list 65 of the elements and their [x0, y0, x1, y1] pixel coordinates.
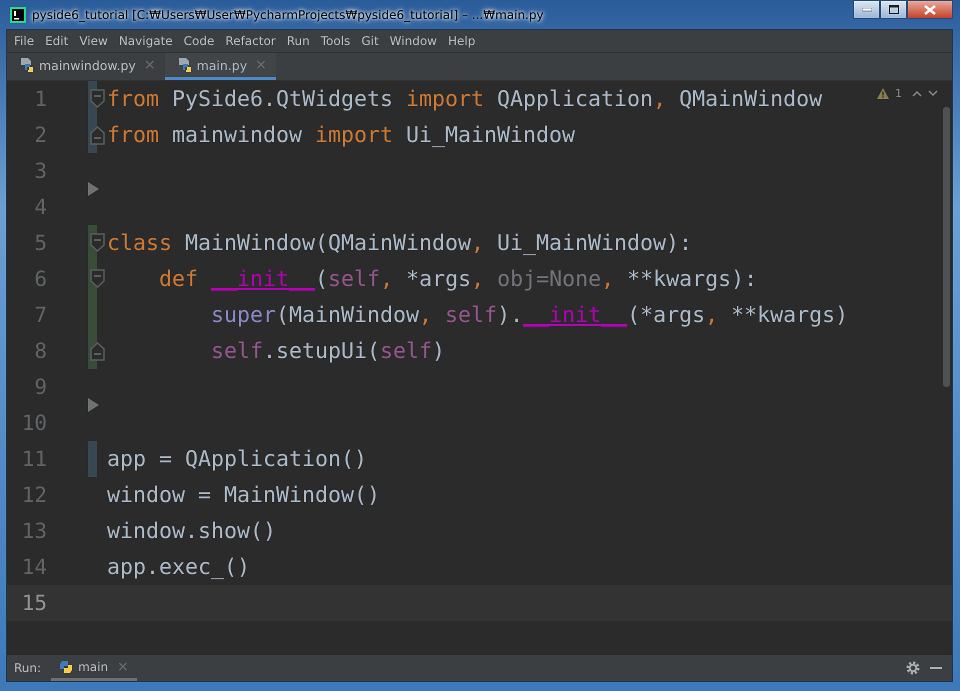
python-file-icon [176, 57, 193, 73]
menu-item[interactable]: Run [286, 34, 310, 48]
fold-icon[interactable] [90, 89, 105, 109]
line-number: 9 [33, 375, 47, 399]
line-number: 1 [33, 87, 47, 111]
line-number: 13 [20, 519, 47, 543]
gutter-arrow-icon[interactable] [88, 182, 99, 196]
chevron-down-icon[interactable] [928, 90, 938, 97]
code-line: app.exec_() [107, 554, 250, 580]
code-line: from PySide6.QtWidgets import QApplication, QMainWindow [107, 86, 822, 112]
run-label: Run: [14, 661, 42, 675]
warning-icon[interactable] [877, 88, 889, 99]
code-line: from mainwindow import Ui_MainWindow [107, 122, 576, 148]
chevron-up-icon[interactable] [912, 90, 922, 97]
python-icon [59, 660, 74, 674]
line-number: 7 [33, 303, 47, 327]
line-number: 15 [20, 591, 47, 615]
menu-item[interactable]: Refactor [225, 34, 276, 48]
code-line: self.setupUi(self) [210, 338, 446, 364]
menu-item[interactable]: Git [361, 34, 379, 48]
line-number: 5 [33, 231, 47, 255]
menu-item[interactable]: Tools [320, 34, 350, 48]
settings-icon[interactable] [906, 661, 920, 675]
menu-item[interactable]: View [79, 34, 108, 48]
maximize-button[interactable] [880, 0, 907, 19]
minimize-button[interactable] [853, 0, 880, 19]
close-icon [924, 4, 936, 14]
warning-count: 1 [895, 87, 902, 100]
menu-item[interactable]: Edit [45, 34, 68, 48]
line-number: 2 [33, 123, 47, 147]
python-file-icon [19, 57, 35, 73]
maximize-icon [888, 5, 898, 14]
scrollbar[interactable] [943, 107, 950, 387]
line-number: 11 [20, 447, 47, 471]
line-number: 6 [33, 267, 47, 291]
close-button[interactable] [907, 0, 953, 19]
file-tab[interactable]: mainwindow.py × [7, 53, 165, 80]
line-number: 8 [33, 339, 47, 363]
change-marker [88, 441, 97, 477]
fold-icon[interactable] [90, 269, 105, 289]
app-logo-icon [10, 6, 26, 22]
fold-icon[interactable] [90, 125, 105, 145]
menu-item[interactable]: Help [448, 34, 476, 48]
code-line: app = QApplication() [107, 446, 368, 472]
minimize-icon [862, 8, 872, 12]
code-line: super(MainWindow, self).__init__(*args, **kwargs) [210, 302, 848, 328]
line-number: 10 [20, 411, 47, 435]
menu-item[interactable]: File [14, 34, 34, 48]
code-line: class MainWindow(QMainWindow, Ui_MainWindow): [107, 230, 692, 256]
menu-item[interactable]: Navigate [118, 34, 173, 48]
file-tab[interactable]: main.py × [164, 53, 276, 80]
line-number: 4 [33, 195, 47, 219]
gutter-arrow-icon[interactable] [88, 398, 99, 412]
menu-item[interactable]: Code [184, 34, 214, 48]
fold-icon[interactable] [90, 233, 105, 253]
window-title: pyside6_tutorial [C:₩Users₩User₩PycharmProjects₩pyside6_tutorial] – ...₩main.py [32, 8, 544, 22]
line-number: 14 [20, 555, 47, 579]
code-line: window.show() [107, 518, 276, 544]
line-number: 12 [20, 483, 47, 507]
line-number: 3 [33, 159, 47, 183]
code-line: def __init__(self, *args, obj=None, **kwargs): [158, 266, 758, 292]
fold-icon[interactable] [90, 341, 105, 361]
code-line: window = MainWindow() [107, 482, 380, 508]
menu-item[interactable]: Window [390, 34, 437, 48]
run-tab[interactable]: main × [51, 655, 137, 681]
